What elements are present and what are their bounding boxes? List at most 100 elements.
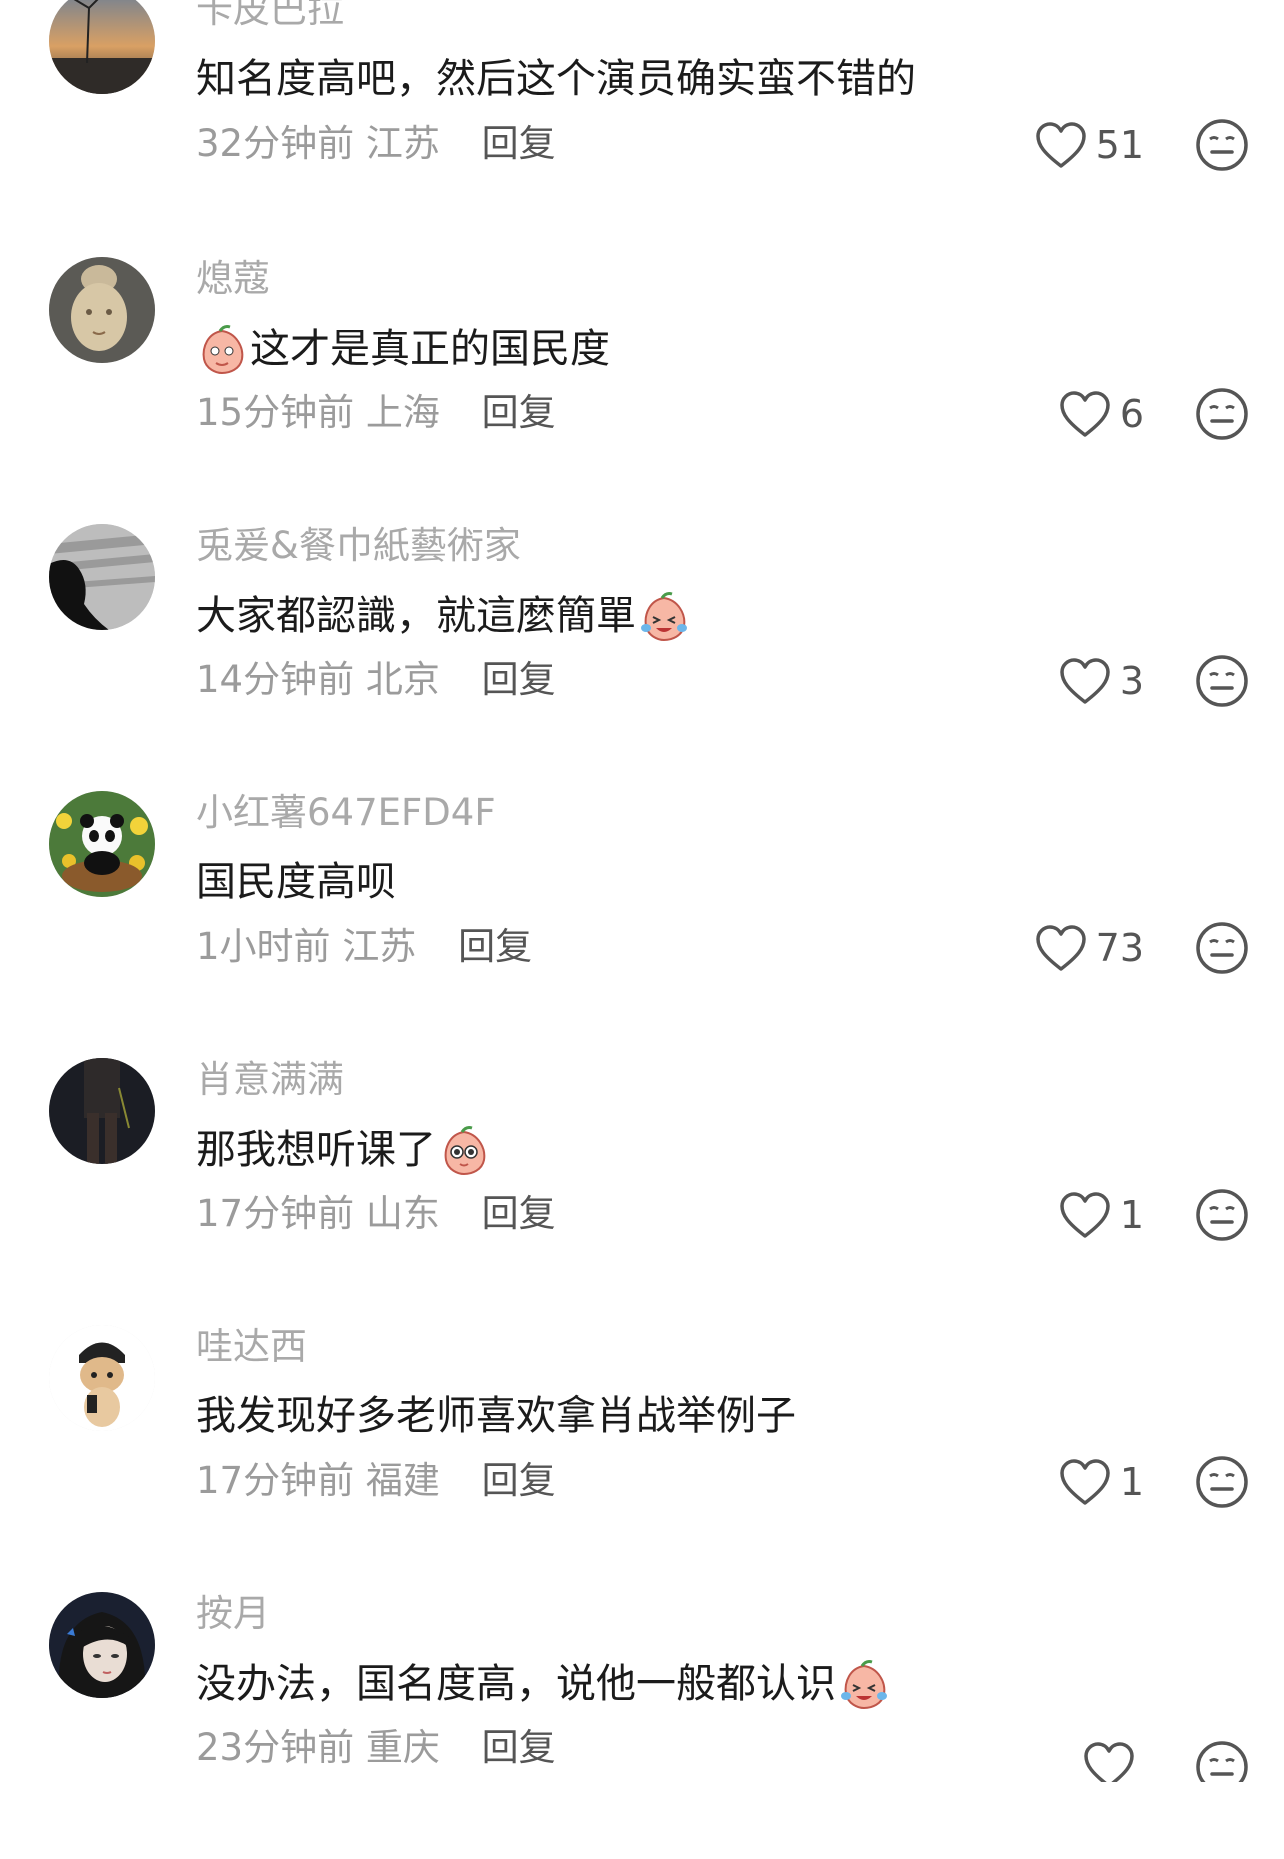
like-button[interactable]: 3 bbox=[1004, 654, 1144, 708]
reply-button[interactable]: 回复 bbox=[458, 925, 532, 968]
comment-meta: 1小时前 江苏 回复 bbox=[196, 925, 532, 969]
comment-meta: 17分钟前 山东 回复 bbox=[196, 1192, 556, 1236]
username[interactable]: 按月 bbox=[196, 1592, 270, 1636]
comment-meta: 15分钟前 上海 回复 bbox=[196, 391, 556, 435]
neutral-face-icon bbox=[1196, 1189, 1248, 1241]
heart-outline-icon bbox=[1035, 925, 1086, 971]
neutral-face-icon bbox=[1196, 922, 1248, 974]
dislike-button[interactable] bbox=[1195, 1455, 1249, 1509]
username[interactable]: 哇达西 bbox=[196, 1325, 307, 1369]
username[interactable]: 兎爰&餐巾紙藝術家 bbox=[196, 524, 521, 568]
comment-time: 17分钟前 bbox=[196, 1192, 355, 1235]
comment-text-content: 这才是真正的国民度 bbox=[250, 326, 610, 372]
neutral-face-icon bbox=[1196, 1741, 1248, 1782]
like-count: 73 bbox=[1095, 926, 1144, 970]
curious-peach-emoji bbox=[444, 1126, 486, 1176]
avatar[interactable] bbox=[49, 1592, 155, 1698]
heart-outline-icon bbox=[1060, 658, 1110, 704]
username[interactable]: 卡皮巴拉 bbox=[196, 0, 344, 32]
like-button[interactable]: 1 bbox=[1004, 1455, 1144, 1509]
reply-button[interactable]: 回复 bbox=[482, 658, 556, 701]
dislike-button[interactable] bbox=[1195, 387, 1249, 441]
comment-location: 江苏 bbox=[365, 122, 440, 165]
crying-laugh-peach-emoji bbox=[641, 592, 687, 642]
reply-button[interactable]: 回复 bbox=[482, 122, 556, 165]
comment-meta: 17分钟前 福建 回复 bbox=[196, 1459, 556, 1503]
comment-item: 肖意满满 那我想听课了 17分钟前 山东 回复 1 bbox=[0, 1058, 1284, 1325]
username[interactable]: 熄蔻 bbox=[196, 257, 270, 301]
comment-meta: 14分钟前 北京 回复 bbox=[196, 658, 556, 702]
comment-location: 福建 bbox=[365, 1459, 440, 1502]
comment-text-content: 那我想听课了 bbox=[196, 1127, 436, 1173]
shy-peach-emoji bbox=[202, 325, 244, 375]
statue-head-avatar bbox=[49, 257, 155, 363]
heart-outline-icon bbox=[1060, 1459, 1110, 1505]
dislike-button[interactable] bbox=[1195, 118, 1249, 172]
like-button[interactable] bbox=[1004, 1722, 1144, 1782]
like-button[interactable]: 1 bbox=[1004, 1188, 1144, 1242]
comment-time: 1小时前 bbox=[196, 925, 331, 968]
comment-text: 那我想听课了 bbox=[196, 1124, 490, 1176]
neutral-face-icon bbox=[1196, 1456, 1248, 1508]
like-button[interactable]: 73 bbox=[1004, 921, 1144, 975]
comment-time: 15分钟前 bbox=[196, 391, 355, 434]
comment-location: 江苏 bbox=[342, 925, 417, 968]
reply-button[interactable]: 回复 bbox=[482, 391, 556, 434]
comment-text-content: 没办法，国名度高，说他一般都认识 bbox=[196, 1661, 836, 1707]
avatar[interactable] bbox=[49, 257, 155, 363]
comment-time: 17分钟前 bbox=[196, 1459, 355, 1502]
like-count: 3 bbox=[1119, 659, 1144, 703]
comment-text-content: 知名度高吧，然后这个演员确实蛮不错的 bbox=[196, 56, 916, 102]
avatar[interactable] bbox=[49, 1058, 155, 1164]
dislike-button[interactable] bbox=[1195, 1722, 1249, 1782]
comment-location: 上海 bbox=[365, 391, 440, 434]
comment-item: 卡皮巴拉 知名度高吧，然后这个演员确实蛮不错的 32分钟前 江苏 回复 51 bbox=[0, 0, 1284, 255]
avatar[interactable] bbox=[49, 1325, 155, 1431]
like-count: 1 bbox=[1119, 1460, 1144, 1504]
comment-text-content: 我发现好多老师喜欢拿肖战举例子 bbox=[196, 1393, 796, 1439]
comment-time: 32分钟前 bbox=[196, 122, 355, 165]
comment-text: 国民度高呗 bbox=[196, 857, 396, 907]
neutral-face-icon bbox=[1196, 655, 1248, 707]
reply-button[interactable]: 回复 bbox=[482, 1726, 556, 1769]
comment-text: 我发现好多老师喜欢拿肖战举例子 bbox=[196, 1391, 796, 1441]
like-count: 51 bbox=[1095, 123, 1144, 167]
comment-text-content: 国民度高呗 bbox=[196, 859, 396, 905]
username[interactable]: 肖意满满 bbox=[196, 1058, 344, 1102]
comment-meta: 32分钟前 江苏 回复 bbox=[196, 122, 556, 166]
reply-button[interactable]: 回复 bbox=[482, 1459, 556, 1502]
heart-outline-icon bbox=[1084, 1742, 1134, 1782]
username[interactable]: 小红薯647EFD4F bbox=[196, 791, 496, 835]
avatar[interactable] bbox=[49, 0, 155, 94]
dislike-button[interactable] bbox=[1195, 1188, 1249, 1242]
comment-item: 兎爰&餐巾紙藝術家 大家都認識，就這麼簡單 14分钟前 北京 回复 3 bbox=[0, 524, 1284, 791]
dark-silhouette-avatar bbox=[49, 524, 155, 630]
like-button[interactable]: 51 bbox=[1004, 118, 1144, 172]
comment-meta: 23分钟前 重庆 回复 bbox=[196, 1726, 556, 1770]
windmill-sunset-avatar bbox=[49, 0, 155, 94]
comment-item: 熄蔻 这才是真正的国民度 15分钟前 上海 回复 6 bbox=[0, 257, 1284, 524]
dark-figure-avatar bbox=[49, 1058, 155, 1164]
comment-item: 小红薯647EFD4F 国民度高呗 1小时前 江苏 回复 73 bbox=[0, 791, 1284, 1058]
crying-laugh-peach-emoji bbox=[841, 1660, 887, 1710]
dislike-button[interactable] bbox=[1195, 654, 1249, 708]
heart-outline-icon bbox=[1035, 122, 1086, 168]
comment-item: 哇达西 我发现好多老师喜欢拿肖战举例子 17分钟前 福建 回复 1 bbox=[0, 1325, 1284, 1592]
anime-girl-avatar bbox=[49, 1592, 155, 1698]
like-button[interactable]: 6 bbox=[1004, 387, 1144, 441]
avatar[interactable] bbox=[49, 791, 155, 897]
reply-button[interactable]: 回复 bbox=[482, 1192, 556, 1235]
heart-outline-icon bbox=[1060, 1192, 1110, 1238]
comment-item: 按月 没办法，国名度高，说他一般都认识 23分钟前 重庆 回复 bbox=[0, 1592, 1284, 1859]
like-count: 1 bbox=[1119, 1193, 1144, 1237]
comment-time: 14分钟前 bbox=[196, 658, 355, 701]
comment-text: 这才是真正的国民度 bbox=[196, 323, 610, 375]
neutral-face-icon bbox=[1196, 388, 1248, 440]
heart-outline-icon bbox=[1060, 391, 1110, 437]
comment-text-content: 大家都認識，就這麼簡單 bbox=[196, 593, 636, 639]
dislike-button[interactable] bbox=[1195, 921, 1249, 975]
panda-flowers-avatar bbox=[49, 791, 155, 897]
comment-text: 知名度高吧，然后这个演员确实蛮不错的 bbox=[196, 54, 916, 104]
comment-location: 山东 bbox=[365, 1192, 440, 1235]
avatar[interactable] bbox=[49, 524, 155, 630]
